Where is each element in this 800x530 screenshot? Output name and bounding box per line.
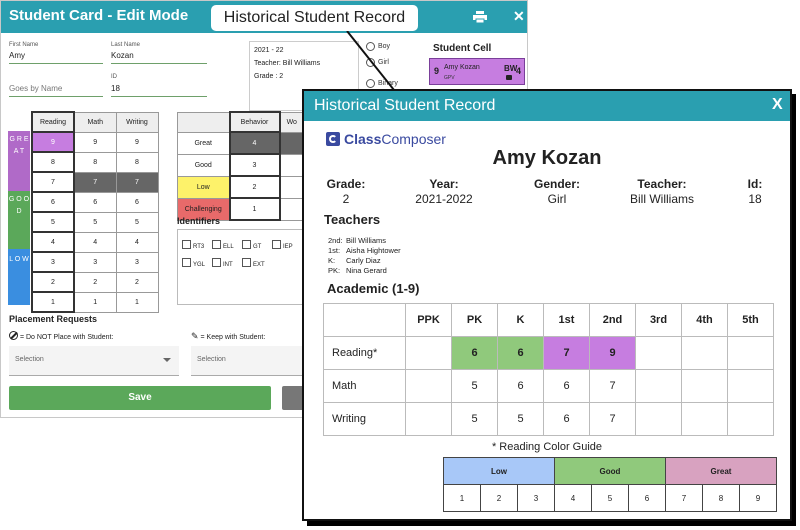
gender-label: Gender: [533, 177, 580, 191]
academic-column-header: 2nd [589, 303, 636, 337]
classcomposer-logo-icon [326, 132, 340, 146]
guide-number: 7 [665, 484, 703, 512]
academic-cell: 7 [543, 336, 590, 370]
popup-title: Historical Student Record [314, 97, 496, 114]
guide-number: 5 [591, 484, 629, 512]
academic-cell: 5 [451, 369, 498, 403]
academic-cell: 7 [589, 402, 636, 436]
academic-cell [405, 336, 452, 370]
teacher-grade: 1st: [328, 246, 341, 255]
guide-number: 4 [554, 484, 592, 512]
grade-value: 2 [342, 192, 350, 206]
guide-number: 3 [517, 484, 555, 512]
academic-row-label: Math [323, 369, 406, 403]
teacher-label: Teacher: [637, 177, 687, 191]
academic-column-header: 4th [681, 303, 728, 337]
grade-label: Grade: [326, 177, 366, 191]
guide-band-low: Low [443, 457, 555, 485]
academic-cell: 6 [451, 336, 498, 370]
reading-color-guide-title: * Reading Color Guide [491, 441, 603, 453]
teacher-row: 2nd: Bill Williams [328, 236, 386, 245]
academic-cell [681, 402, 728, 436]
guide-number: 8 [702, 484, 740, 512]
academic-row-label: Reading* [323, 336, 406, 370]
reading-color-guide: Low Good Great 123456789 [443, 457, 777, 512]
academic-heading: Academic (1-9) [327, 281, 420, 296]
teachers-heading: Teachers [324, 212, 381, 227]
academic-cell [727, 402, 774, 436]
guide-number: 9 [739, 484, 777, 512]
academic-cell: 6 [543, 402, 590, 436]
academic-cell: 5 [497, 402, 544, 436]
teacher-value: Bill Williams [630, 192, 694, 206]
teacher-name: Carly Diaz [346, 256, 381, 265]
academic-cell [681, 369, 728, 403]
teacher-name: Nina Gerard [346, 266, 387, 275]
academic-column-header: PPK [405, 303, 452, 337]
academic-cell [405, 402, 452, 436]
academic-cell [635, 336, 682, 370]
academic-cell [635, 369, 682, 403]
academic-history-table: PPK PK K 1st 2nd 3rd 4th 5th Reading* 6 6 7 9 Math 5 6… [323, 303, 774, 436]
gender-value: Girl [547, 192, 567, 206]
academic-cell: 5 [451, 402, 498, 436]
academic-cell [727, 336, 774, 370]
academic-column-header: 1st [543, 303, 590, 337]
academic-row: Writing 5 5 6 7 [323, 402, 774, 436]
popup-close-button[interactable]: X [772, 96, 783, 114]
academic-column-header: 3rd [635, 303, 682, 337]
logo-text-bold: Class [344, 131, 382, 147]
academic-cell [635, 402, 682, 436]
historical-record-popup: Historical Student Record X ClassCompose… [302, 89, 792, 521]
academic-column-header: 5th [727, 303, 774, 337]
academic-cell [727, 369, 774, 403]
year-value: 2021-2022 [415, 192, 473, 206]
guide-number: 1 [443, 484, 481, 512]
historical-record-callout: Historical Student Record [211, 5, 418, 31]
academic-column-header: PK [451, 303, 498, 337]
academic-cell: 7 [589, 369, 636, 403]
academic-corner-cell [323, 303, 406, 337]
year-label: Year: [429, 177, 459, 191]
teacher-grade: 2nd: [328, 236, 343, 245]
guide-band-great: Great [665, 457, 777, 485]
academic-row-label: Writing [323, 402, 406, 436]
academic-cell: 6 [497, 369, 544, 403]
academic-cell: 6 [497, 336, 544, 370]
academic-row: Reading* 6 6 7 9 [323, 336, 774, 370]
student-name: Amy Kozan [492, 147, 602, 169]
id-label-popup: Id: [747, 177, 763, 191]
teacher-row: PK: Nina Gerard [328, 266, 387, 275]
guide-number: 6 [628, 484, 666, 512]
teacher-grade: K: [328, 256, 336, 265]
academic-cell [405, 369, 452, 403]
teacher-grade: PK: [328, 266, 341, 275]
guide-band-good: Good [554, 457, 666, 485]
teacher-row: 1st: Aisha Hightower [328, 246, 401, 255]
classcomposer-logo-text: ClassComposer [344, 131, 446, 147]
academic-row: Math 5 6 6 7 [323, 369, 774, 403]
academic-column-header: K [497, 303, 544, 337]
popup-header: Historical Student Record X [304, 91, 790, 121]
academic-cell: 6 [543, 369, 590, 403]
academic-cell: 9 [589, 336, 636, 370]
logo-text-rest: Composer [381, 131, 446, 147]
id-value-popup: 18 [748, 192, 762, 206]
guide-number: 2 [480, 484, 518, 512]
academic-cell [681, 336, 728, 370]
teacher-name: Bill Williams [346, 236, 386, 245]
teacher-row: K: Carly Diaz [328, 256, 381, 265]
teacher-name: Aisha Hightower [346, 246, 401, 255]
